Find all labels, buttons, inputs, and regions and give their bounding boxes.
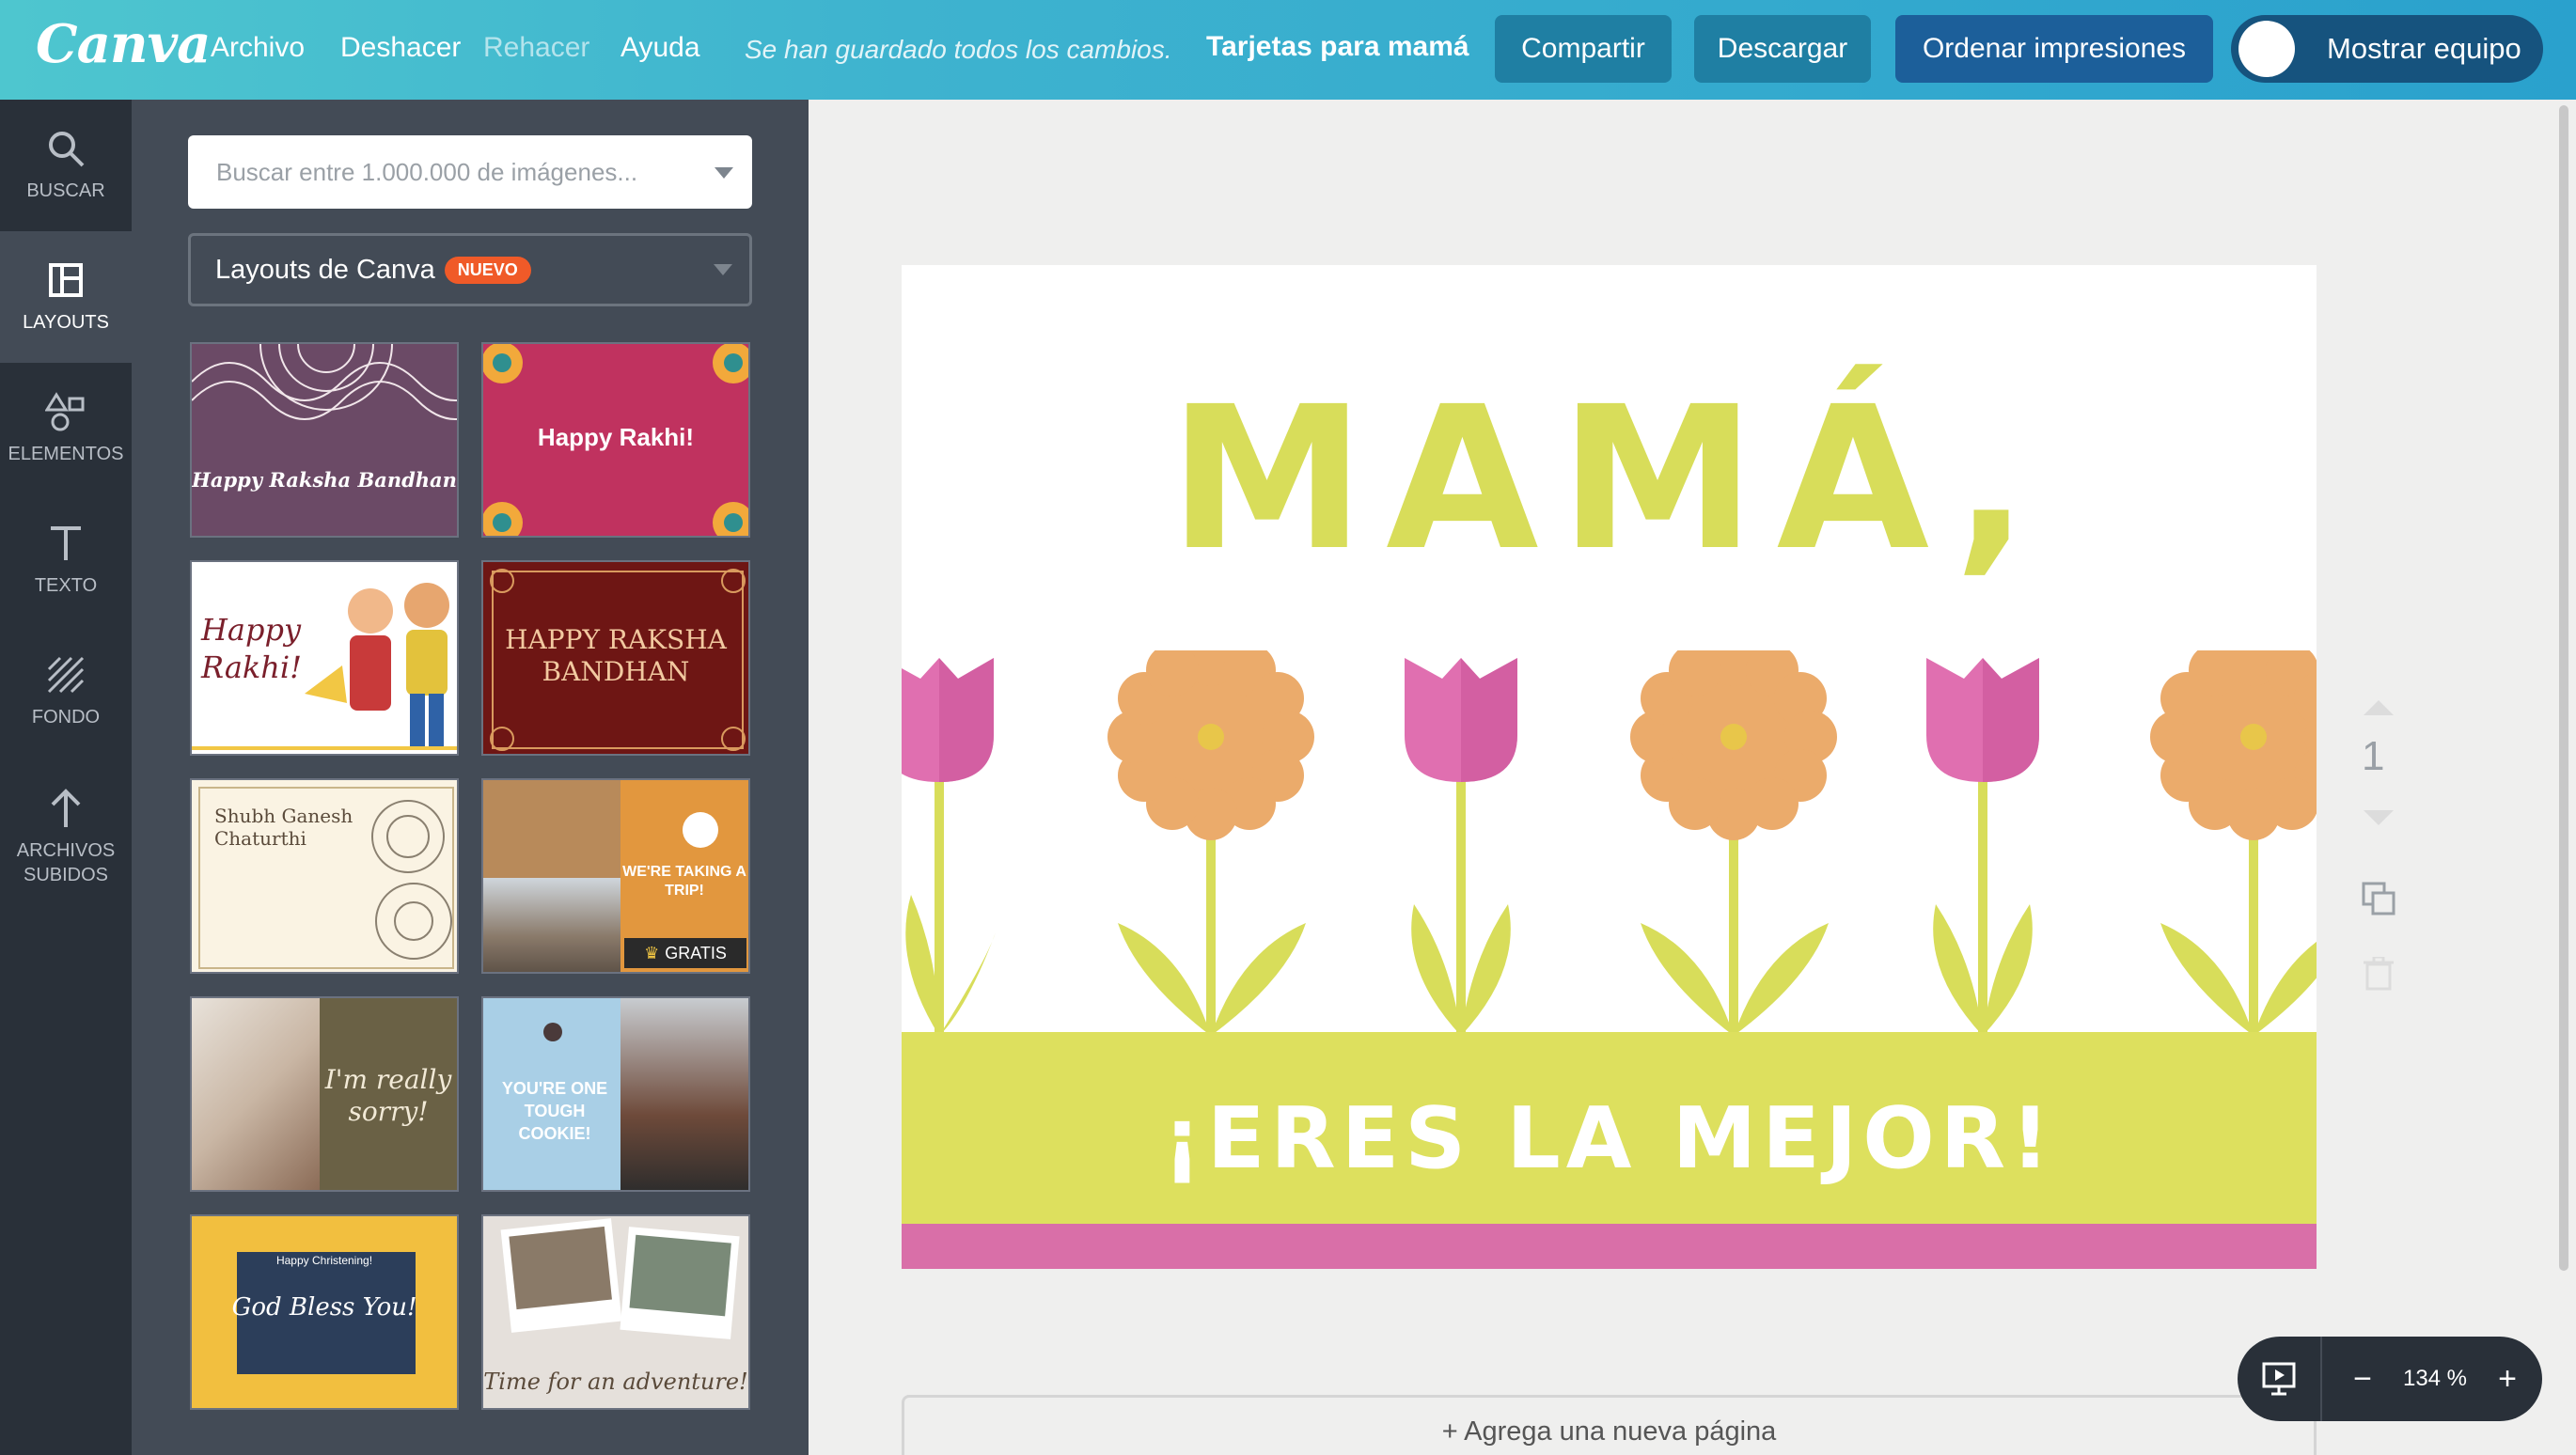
layout-thumbnail-text: Shubh Ganesh Chaturthi [214, 805, 353, 850]
nav-search[interactable]: BUSCAR [0, 100, 132, 231]
layout-thumbnail-text: Happy Rakhi! [537, 423, 695, 451]
image-search-input[interactable] [216, 157, 705, 187]
nav-text-label: TEXTO [34, 575, 98, 596]
upload-arrow-icon [45, 788, 86, 829]
menu-file[interactable]: Archivo [211, 32, 305, 64]
layout-thumbnail[interactable]: Happy Rakhi! [190, 560, 459, 756]
layout-thumbnail[interactable]: Time for an adventure! [481, 1214, 750, 1410]
layout-thumbnail[interactable]: Happy Rakhi! [481, 342, 750, 538]
image-search-box[interactable] [188, 135, 752, 209]
card-title[interactable]: MAMÁ, [902, 376, 2317, 583]
chevron-down-icon [714, 264, 732, 275]
layout-thumbnail[interactable]: WE'RE TAKING A TRIP! ♛ GRATIS [481, 778, 750, 974]
card-subtitle[interactable]: ¡ERES LA MEJOR! [902, 1092, 2317, 1186]
move-page-down-icon[interactable] [2364, 810, 2394, 825]
layout-thumbnail[interactable]: HAPPY RAKSHA BANDHAN [481, 560, 750, 756]
design-page[interactable]: MAMÁ, ¡ERES LA MEJOR! [902, 265, 2317, 1269]
nav-elements[interactable]: ELEMENTOS [0, 363, 132, 494]
layouts-panel: Layouts de Canva NUEVO Happy Raksha Band… [132, 100, 809, 1455]
top-bar: Canva Archivo Deshacer Rehacer Ayuda Se … [0, 0, 2576, 100]
zoom-level[interactable]: 134 % [2386, 1366, 2484, 1392]
flowers-illustration[interactable] [902, 650, 2317, 1036]
menu-redo[interactable]: Rehacer [483, 32, 589, 64]
delete-page-icon[interactable] [2364, 955, 2394, 991]
layout-thumbnail-text: Happy Raksha Bandhan [192, 468, 457, 492]
nav-background[interactable]: FONDO [0, 626, 132, 758]
camels-photo [483, 780, 620, 878]
share-button[interactable]: Compartir [1495, 15, 1672, 83]
polaroid-photo [500, 1218, 622, 1333]
layout-thumbnail[interactable]: Happy Christening! God Bless You! [190, 1214, 459, 1410]
smiling-person-photo [620, 998, 748, 1190]
order-prints-button[interactable]: Ordenar impresiones [1895, 15, 2213, 83]
cookie-icon [543, 1023, 562, 1041]
layout-thumbnail-text: I'm really sorry! [324, 1064, 452, 1127]
layout-thumbnail-text: HAPPY RAKSHA BANDHAN [505, 624, 727, 687]
trip-badge-icon [683, 812, 718, 848]
layout-thumbnail-text: Time for an adventure! [483, 1369, 748, 1395]
download-button[interactable]: Descargar [1694, 15, 1871, 83]
free-badge: ♛ GRATIS [624, 938, 746, 968]
layout-thumbnail-subtext: Happy Christening! [275, 1254, 373, 1267]
nav-elements-label: ELEMENTOS [8, 444, 124, 464]
crown-icon: ♛ [644, 943, 660, 962]
zoom-out-button[interactable]: − [2339, 1361, 2386, 1398]
layout-thumbnail-text: God Bless You! [231, 1293, 417, 1322]
layouts-dropdown[interactable]: Layouts de Canva NUEVO [188, 233, 752, 306]
canva-logo[interactable]: Canva [36, 13, 211, 75]
chevron-down-icon[interactable] [715, 167, 733, 179]
layout-icon [45, 259, 86, 301]
duplicate-page-icon[interactable] [2360, 880, 2397, 917]
friends-photo [192, 998, 320, 1190]
nav-uploads-label: ARCHIVOS SUBIDOS [16, 840, 116, 885]
nav-layouts-label: LAYOUTS [23, 312, 109, 333]
show-team-label: Mostrar equipo [2327, 32, 2521, 65]
show-team-toggle[interactable]: Mostrar equipo [2231, 15, 2543, 83]
nav-text[interactable]: TEXTO [0, 494, 132, 626]
new-badge: NUEVO [444, 256, 531, 284]
polaroid-photo [620, 1227, 740, 1339]
layout-thumbnail-text: WE'RE TAKING A TRIP! [622, 864, 746, 899]
vertical-scrollbar[interactable] [2559, 105, 2568, 1271]
text-icon [45, 523, 86, 564]
layout-thumbnail[interactable]: Happy Raksha Bandhan [190, 342, 459, 538]
mandala-pattern-icon [192, 344, 457, 420]
menu-undo[interactable]: Deshacer [340, 32, 461, 64]
menu-help[interactable]: Ayuda [620, 32, 700, 64]
daisy-head [1107, 650, 2317, 840]
free-badge-label: GRATIS [665, 943, 727, 962]
layout-thumbnail-text: Happy Rakhi! [201, 612, 302, 685]
present-screen-icon [2262, 1362, 2296, 1396]
layout-thumbnail[interactable]: I'm really sorry! [190, 996, 459, 1192]
layouts-dropdown-label: Layouts de Canva [215, 254, 435, 285]
zoom-in-button[interactable]: + [2484, 1361, 2531, 1398]
nav-background-label: FONDO [31, 707, 101, 728]
search-icon [45, 128, 86, 169]
layout-thumbnail-text: YOU'RE ONE TOUGH COOKIE! [501, 1079, 608, 1143]
nav-search-label: BUSCAR [26, 180, 105, 201]
page-number: 1 [2362, 733, 2385, 779]
pink-stripe[interactable] [902, 1224, 2317, 1269]
shapes-icon [45, 391, 86, 432]
left-navigation: BUSCAR LAYOUTS ELEMENTOS TEXTO FONDO ARC… [0, 100, 132, 1455]
background-pattern-icon [45, 654, 86, 696]
present-button[interactable] [2238, 1337, 2322, 1421]
layout-thumbnail[interactable]: YOU'RE ONE TOUGH COOKIE! [481, 996, 750, 1192]
layout-thumbnail[interactable]: Shubh Ganesh Chaturthi [190, 778, 459, 974]
nav-uploads[interactable]: ARCHIVOS SUBIDOS [0, 762, 132, 913]
add-new-page-button[interactable]: + Agrega una nueva página [902, 1395, 2317, 1455]
move-page-up-icon[interactable] [2364, 700, 2394, 715]
nav-layouts[interactable]: LAYOUTS [0, 231, 132, 363]
document-title[interactable]: Tarjetas para mamá [1206, 31, 1469, 63]
save-status: Se han guardado todos los cambios. [745, 35, 1172, 64]
toggle-knob [2238, 21, 2295, 77]
mountains-photo [483, 878, 620, 972]
zoom-controls: − 134 % + [2238, 1337, 2542, 1421]
